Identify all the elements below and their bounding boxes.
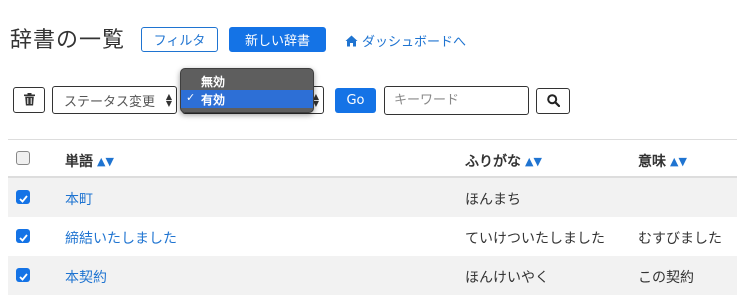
status-change-select[interactable]: ステータス変更 ▲ ▼ [52,86,177,114]
table-row: 本町 ほんまち [8,178,737,217]
column-header-furigana-label: ふりがな [465,154,521,170]
row-checkbox[interactable] [16,229,30,243]
dropdown-option-label: 無効 [201,74,226,89]
trash-icon [23,91,35,110]
search-icon [546,92,560,111]
furigana-cell: ほんけいやく [465,270,549,286]
keyword-input[interactable] [384,86,529,115]
meaning-cell: むすびました [638,231,722,247]
word-link[interactable]: 締結いたしました [65,228,177,248]
furigana-cell: ていけついたしました [465,231,605,247]
dropdown-option-label: 有効 [201,92,226,107]
word-link[interactable]: 本町 [65,189,93,209]
sort-icon[interactable]: ▲▼ [97,155,114,168]
check-icon: ✓ [186,91,196,104]
table-header: 単語 ▲▼ ふりがな ▲▼ 意味 ▲▼ [8,140,737,178]
new-dictionary-button[interactable]: 新しい辞書 [229,27,326,52]
word-link[interactable]: 本契約 [65,267,107,287]
column-header-word: 単語 ▲▼ [65,151,114,171]
select-arrows-icon: ▲ ▼ [165,92,172,108]
table-row: 締結いたしました ていけついたしました むすびました [8,217,737,256]
column-header-furigana: ふりがな ▲▼ [465,151,542,171]
furigana-cell: ほんまち [465,192,521,208]
select-all-checkbox[interactable] [16,151,30,165]
sort-icon[interactable]: ▲▼ [670,155,687,168]
go-button[interactable]: Go [335,88,376,113]
check-icon [18,227,28,246]
delete-button[interactable] [13,87,45,113]
row-checkbox[interactable] [16,190,30,204]
filter-button[interactable]: フィルタ [141,27,218,52]
page: 辞書の一覧 フィルタ 新しい辞書 ダッシュボードへ ステータス変更 ▲ ▼ ▲ ▼ … [0,0,737,303]
table-row: 本契約 ほんけいやく この契約 [8,256,737,295]
page-title: 辞書の一覧 [10,28,126,53]
check-icon [18,188,28,207]
row-checkbox[interactable] [16,268,30,282]
column-header-meaning-label: 意味 [638,154,666,170]
dashboard-link-label: ダッシュボードへ [362,35,467,50]
column-header-meaning: 意味 ▲▼ [638,151,687,171]
state-dropdown-menu: 無効 ✓ 有効 [180,68,314,113]
search-button[interactable] [536,88,570,114]
check-icon [18,266,28,285]
column-header-word-label: 単語 [65,154,93,170]
meaning-cell: この契約 [638,270,694,286]
dropdown-option-disabled[interactable]: 無効 [181,72,313,90]
status-change-select-value: ステータス変更 [64,94,156,110]
dashboard-link[interactable]: ダッシュボードへ [345,31,466,50]
sort-icon[interactable]: ▲▼ [525,155,542,168]
home-icon [345,35,358,47]
dropdown-option-enabled[interactable]: ✓ 有効 [181,90,313,108]
